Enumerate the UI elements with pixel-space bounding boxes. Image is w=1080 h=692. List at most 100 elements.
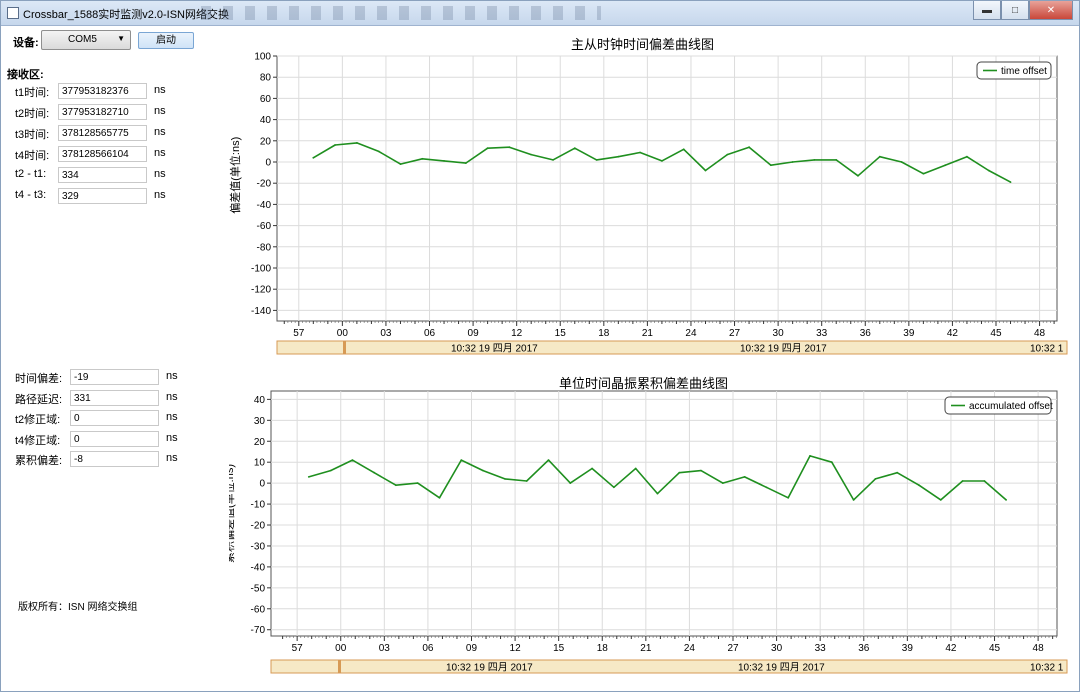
receive-unit: ns [154,105,166,117]
data-point [307,476,310,478]
data-point [351,459,354,461]
receive-field[interactable]: 334 [58,167,147,183]
receive-heading: 接收区: [7,69,44,81]
y-tick-label: -40 [257,200,272,211]
data-point [787,496,790,499]
receive-unit: ns [154,84,166,96]
data-point [525,480,528,482]
receive-label: t4时间: [15,150,50,162]
data-point [656,492,659,495]
x-tick-label: 33 [816,328,828,339]
plot-area [270,390,1058,637]
y-tick-label: 80 [260,73,272,84]
x-tick-label: 42 [945,643,957,654]
x-tick-label: 15 [555,328,567,339]
y-tick-label: -20 [257,179,272,190]
data-point [900,161,903,163]
data-point [634,467,637,470]
x-tick-label: 21 [642,328,654,339]
y-tick-label: -30 [251,541,266,552]
data-point [857,174,859,177]
results-unit: ns [166,431,178,444]
time-range-bar[interactable] [276,340,1068,355]
y-tick-label: -50 [251,583,266,594]
receive-field[interactable]: 377953182710 [58,104,147,120]
device-select[interactable]: COM5 ▼ [41,30,131,50]
time-range-thumb[interactable] [338,660,341,673]
receive-field[interactable]: 378128566104 [58,146,147,162]
data-point [595,159,598,161]
data-point [482,469,484,472]
y-tick-label: 0 [259,479,265,490]
y-axis-label: 偏差值(单位:ns) [229,137,242,214]
results-label: 累积偏差: [15,455,63,467]
data-point [334,144,336,146]
data-point [438,496,441,499]
x-tick-label: 33 [815,643,827,654]
data-point [813,159,816,161]
results-field[interactable]: 331 [70,389,159,406]
time-range-bar[interactable] [270,659,1068,674]
data-point [678,471,681,474]
data-point [922,172,925,175]
data-point [443,160,445,162]
receive-field[interactable]: 329 [58,188,147,204]
legend-label: accumulated offset [969,401,1053,412]
receive-label: t3时间: [15,129,50,141]
data-point [896,471,899,474]
data-point [486,147,489,150]
y-tick-label: 20 [254,437,266,448]
x-tick-label: 27 [727,643,739,654]
legend-label: time offset [1001,66,1047,77]
main-content: 设备: COM5 ▼ 启动 接收区: t1时间: 377953182376 ns t2… [1,26,1079,691]
x-tick-label: 00 [337,328,349,339]
results-field[interactable]: -19 [70,369,159,385]
data-point [748,146,750,149]
y-tick-label: -10 [251,500,266,511]
data-point [504,478,506,480]
time-offset-chart[interactable]: 100 80 60 40 20 0 -20 -40 -60 -80 -100 -120 -140 57 00… [229,46,1069,358]
app-window: Crossbar_1588实时监测v2.0-ISN网络交换 ▬ □ ✕ 设备: … [0,0,1080,692]
data-point [552,159,554,161]
start-button[interactable]: 启动 [138,32,194,49]
data-point [1009,181,1012,184]
data-point [508,146,511,149]
receive-field[interactable]: 378128565775 [58,125,147,141]
x-tick-label: 12 [511,328,523,339]
data-point [743,476,746,478]
x-tick-label: 09 [466,643,478,654]
results-unit: ns [166,370,178,382]
x-tick-label: 42 [947,328,959,339]
receive-label: t4 - t3: [15,189,47,201]
results-field[interactable]: 0 [70,410,159,426]
x-tick-label: 18 [598,328,610,339]
accumulated-offset-chart[interactable]: 40 30 20 10 0 -10 -20 -30 -40 -50 -60 -70 57 00 03 06 09… [229,384,1069,684]
receive-field[interactable]: 377953182376 [58,83,147,99]
y-tick-label: -20 [251,521,266,532]
title-bar[interactable]: Crossbar_1588实时监测v2.0-ISN网络交换 ▬ □ ✕ [1,1,1079,26]
time-range-label: 10:32 19 四月 2017 [738,662,825,674]
results-field[interactable]: 0 [70,430,159,447]
time-range-thumb[interactable] [343,341,346,354]
data-point [530,153,533,156]
minimize-button[interactable]: ▬ [973,1,1001,20]
device-select-value: COM5 [68,34,97,45]
x-tick-label: 30 [773,328,785,339]
y-tick-label: -140 [251,306,271,317]
data-point [591,467,593,470]
results-unit: ns [166,411,178,423]
data-point [765,486,768,489]
close-button[interactable]: ✕ [1029,1,1073,20]
x-tick-label: 12 [510,643,522,654]
x-tick-label: 45 [990,328,1002,339]
results-label: 路径延迟: [15,393,63,406]
results-field[interactable]: -8 [70,451,159,467]
x-tick-label: 30 [771,643,783,654]
receive-label: t2 - t1: [15,168,47,180]
data-point [356,142,358,144]
data-point [835,159,838,161]
data-point [460,459,463,461]
x-tick-label: 00 [335,643,347,654]
maximize-button[interactable]: □ [1001,1,1029,20]
data-point [961,480,964,482]
